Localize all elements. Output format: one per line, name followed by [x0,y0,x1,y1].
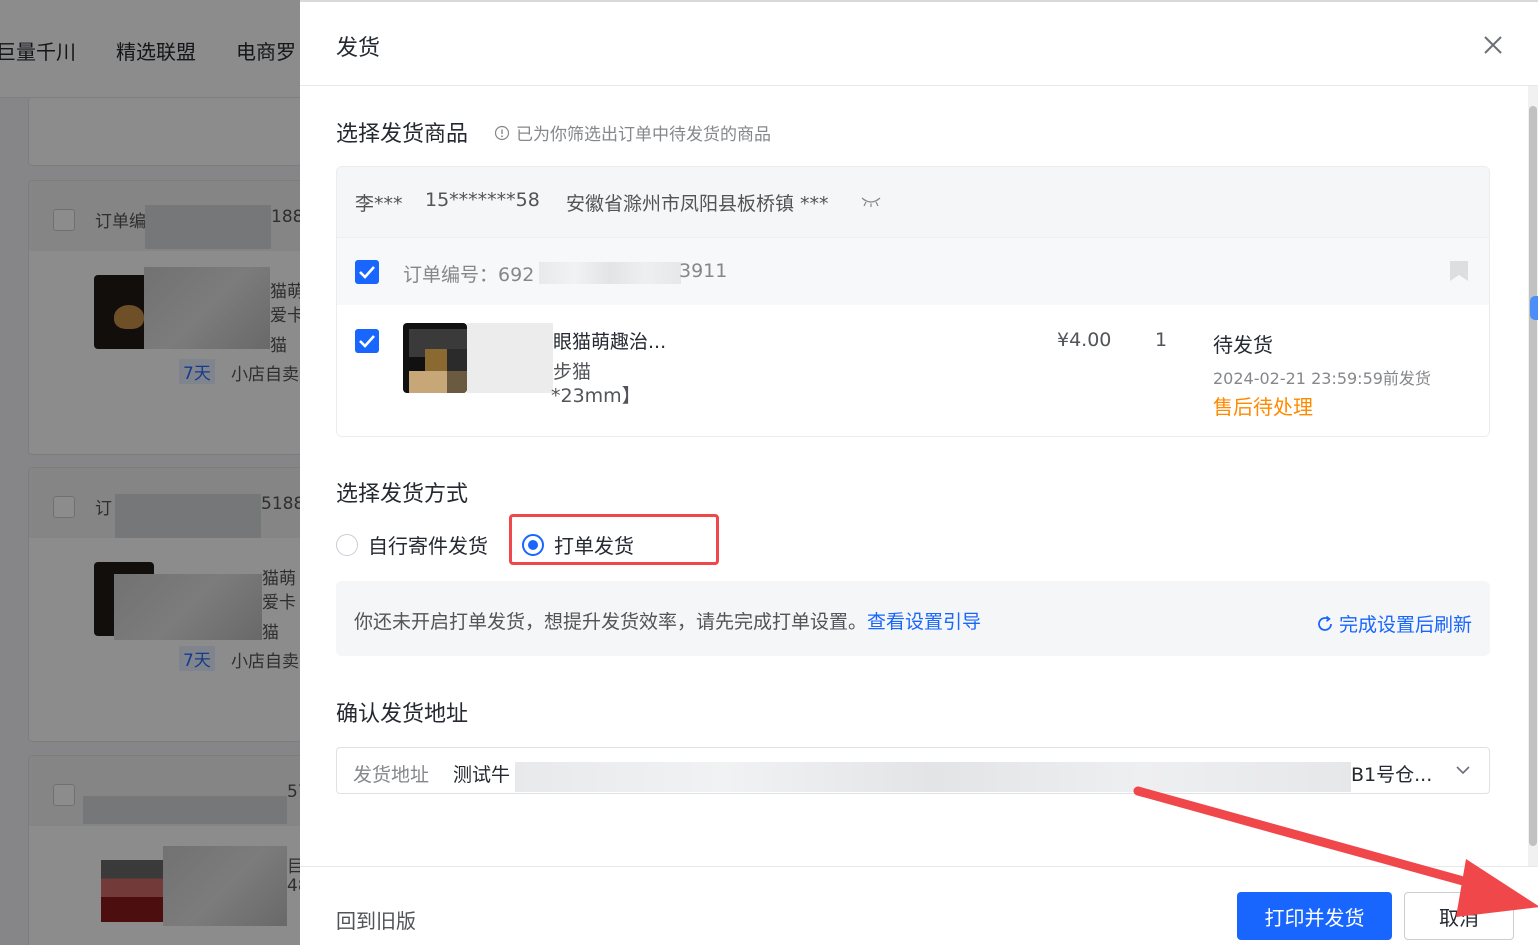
product-thumbnail [403,323,467,393]
refresh-label: 完成设置后刷新 [1338,614,1472,636]
highlight-annotation-box [509,514,719,565]
notice-text: 你还未开启打单发货，想提升发货效率，请先完成打单设置。查看设置引导 [354,611,982,633]
info-icon [494,125,510,140]
cancel-button[interactable]: 取消 [1404,892,1514,940]
order-number-end: 3911 [679,260,728,282]
buyer-address: 安徽省滁州市凤阳县板桥镇 *** [566,193,829,215]
address-title: 确认发货地址 [336,702,469,727]
radio-circle[interactable] [336,533,358,556]
floating-assistant-icon[interactable] [1530,296,1538,320]
item-checkbox[interactable] [355,329,379,353]
buyer-info-row: 李*** 15*******58 安徽省滁州市凤阳县板桥镇 *** [337,167,1489,237]
refresh-button[interactable]: 完成设置后刷新 [1315,610,1472,637]
chevron-down-icon [1456,766,1470,775]
order-number-label: 订单编号：692 [403,264,535,286]
address-label: 发货地址 [353,764,430,786]
order-checkbox[interactable] [355,260,379,284]
print-setup-notice: 你还未开启打单发货，想提升发货效率，请先完成打单设置。查看设置引导 完成设置后刷… [336,581,1490,656]
radio-self-ship[interactable]: 自行寄件发货 [336,530,488,559]
item-status: 待发货 [1213,333,1273,357]
ship-deadline: 2024-02-21 23:59:59前发货 [1213,369,1431,388]
buyer-phone: 15*******58 [425,189,540,211]
ship-drawer: 发货 选择发货商品 已为你筛选出订单中待发货的商品 李*** 15*******… [300,0,1538,945]
order-row: 订单编号：692 3911 [337,237,1489,305]
select-goods-hint: 已为你筛选出订单中待发货的商品 [494,120,771,145]
close-icon[interactable] [1478,30,1508,60]
modal-overlay[interactable] [0,0,300,945]
blurred-region [467,323,553,393]
product-box: 李*** 15*******58 安徽省滁州市凤阳县板桥镇 *** 订单编号：6… [336,166,1490,437]
aftersale-link[interactable]: 售后待处理 [1213,391,1313,420]
eye-closed-icon[interactable] [860,195,882,209]
drawer-footer: 回到旧版 打印并发货 取消 [300,866,1538,945]
address-value-end: B1号仓... [1351,764,1433,786]
address-value: 测试牛 [453,764,511,786]
drawer-header: 发货 [300,2,1538,86]
select-goods-title: 选择发货商品 [336,122,469,147]
back-to-old-version-link[interactable]: 回到旧版 [336,905,416,934]
product-spec: 步猫 [553,361,592,383]
item-row: 眼猫萌趣治... 步猫 *23mm】 ¥4.00 1 待发货 2024-02-2… [337,305,1489,436]
hint-text: 已为你筛选出订单中待发货的商品 [516,125,771,145]
setup-guide-link[interactable]: 查看设置引导 [867,611,981,633]
bookmark-icon[interactable] [1449,260,1469,282]
scrollbar-thumb[interactable] [1529,106,1537,846]
ship-address-select[interactable]: 发货地址 测试牛 B1号仓... [336,747,1490,794]
ship-method-title: 选择发货方式 [336,482,469,507]
drawer-title: 发货 [336,36,381,61]
item-price: ¥4.00 [1057,329,1112,351]
print-and-ship-button[interactable]: 打印并发货 [1237,892,1392,940]
item-quantity: 1 [1155,329,1168,351]
refresh-icon [1318,615,1332,631]
buyer-name: 李*** [355,193,403,215]
radio-label: 自行寄件发货 [368,534,488,558]
product-title[interactable]: 眼猫萌趣治... [553,327,666,354]
blurred-address [515,762,1351,792]
product-size: *23mm】 [551,385,641,407]
blurred-order-number [539,262,681,284]
